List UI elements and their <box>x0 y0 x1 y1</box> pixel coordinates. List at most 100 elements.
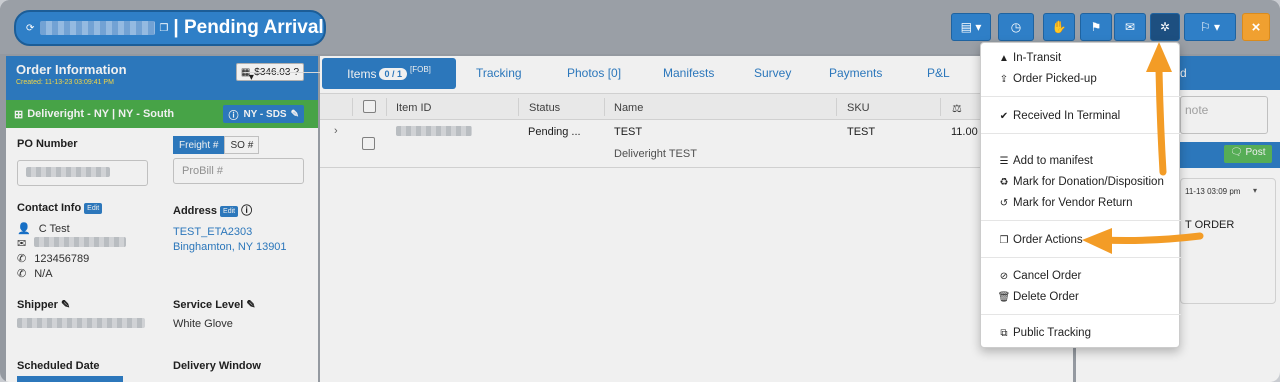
tab-items[interactable]: Items 0 / 1 [FOB] <box>322 58 456 89</box>
agent-bar: ⊞ Deliveright - NY | NY - South ⓘ NY - S… <box>6 100 318 128</box>
menu-item-delete-order[interactable]: 🗑 Delete Order <box>981 287 1181 307</box>
tab-bar: Items 0 / 1 [FOB] Tracking Photos [0] Ma… <box>320 56 1073 94</box>
expand-row-icon[interactable]: › <box>334 125 338 137</box>
menu-label: Received In Terminal <box>1013 110 1121 122</box>
item-weight: 11.00 <box>951 126 978 138</box>
phone-icon: ✆ <box>17 253 27 265</box>
tab-pl[interactable]: P&L <box>927 66 950 80</box>
menu-label: Mark for Vendor Return <box>1013 197 1133 209</box>
trash-icon: 🗑 <box>997 291 1011 303</box>
note-input[interactable]: note <box>1180 96 1268 134</box>
delivery-window-label: Delivery Window <box>173 360 261 372</box>
agent-chip-label: NY - SDS <box>243 108 287 120</box>
tab-survey[interactable]: Survey <box>754 66 791 80</box>
contact-email-row: ✉ <box>17 237 127 250</box>
refresh-icon[interactable]: ⟳ <box>26 23 34 34</box>
scale-icon: ⚖ <box>952 103 962 115</box>
freight-so-toggle: Freight # SO # <box>173 136 260 154</box>
service-level-label: Service Level ✎ <box>173 298 256 311</box>
page-title: | Pending Arrival <box>173 17 324 38</box>
tab-tracking[interactable]: Tracking <box>476 66 522 80</box>
flag-button[interactable]: ⚑ <box>1080 13 1112 41</box>
flag-dropdown-button[interactable]: ⚐ ▾ <box>1184 13 1236 41</box>
menu-label: Order Actions <box>1013 234 1083 246</box>
address-line1[interactable]: TEST_ETA2303 <box>173 226 252 238</box>
balance-dropdown[interactable]: ▦ $346.03 ? ▾ <box>235 63 443 83</box>
so-tab[interactable]: SO # <box>224 136 260 154</box>
contact-phone: 123456789 <box>34 253 90 265</box>
table-header: Item ID Status Name SKU ⚖ <box>320 94 1073 120</box>
menu-item-add-to-manifest[interactable]: ☰ Add to manifest <box>981 151 1181 171</box>
menu-item-order-actions[interactable]: ❐ Order Actions <box>981 230 1181 250</box>
order-title-pill: ⟳ ❐ | Pending Arrival <box>14 10 326 46</box>
list-icon: ☰ <box>999 155 1009 167</box>
service-level-value: White Glove <box>173 318 233 330</box>
menu-item-order-picked-up[interactable]: ⇪ Order Picked-up <box>981 69 1181 89</box>
menu-label: Add to manifest <box>1013 155 1093 167</box>
envelope-button[interactable]: ✉ <box>1114 13 1146 41</box>
order-info-header: Order Information Created: 11-13-23 03:0… <box>6 56 443 100</box>
agent-chip[interactable]: ⓘ NY - SDS ✎ <box>223 105 304 123</box>
comment-icon: 🗨 <box>1230 147 1243 158</box>
menu-item-public-tracking[interactable]: ⧉ Public Tracking <box>981 323 1181 343</box>
col-status: Status <box>529 102 561 114</box>
row-checkbox[interactable] <box>362 137 375 150</box>
actions-dropdown-menu: ▲ In-Transit ⇪ Order Picked-up ✔ Received I… <box>980 42 1181 348</box>
contact-info-text: Contact Info <box>17 202 82 214</box>
address-edit-button[interactable]: Edit <box>220 205 239 217</box>
document-dropdown-button[interactable]: ▤ ▾ <box>951 13 991 41</box>
menu-item-mark-for-donation[interactable]: ♻ Mark for Donation/Disposition <box>981 172 1181 192</box>
app-window: ⟳ ❐ | Pending Arrival ▤ ▾ ◷ ✋ ⚑ ✉ ✲ ⚐ ▾ … <box>0 0 1280 382</box>
scheduled-date-label: Scheduled Date <box>17 360 100 372</box>
check-icon: ✔ <box>999 110 1009 122</box>
copy-icon: ❐ <box>999 234 1009 246</box>
scheduled-date-control[interactable] <box>17 376 123 382</box>
tab-manifests[interactable]: Manifests <box>663 66 714 80</box>
plus-icon[interactable]: ⊞ <box>14 108 23 121</box>
item-subname: Deliveright TEST <box>614 148 697 160</box>
contact-edit-button[interactable]: Edit <box>84 202 103 214</box>
po-number-label: PO Number <box>17 138 78 150</box>
menu-item-cancel-order[interactable]: ⊘ Cancel Order <box>981 266 1181 286</box>
close-button[interactable]: × <box>1242 13 1270 41</box>
note-menu-icon[interactable]: ▾ <box>1253 186 1257 195</box>
menu-divider <box>981 133 1181 134</box>
clock-button[interactable]: ◷ <box>998 13 1034 41</box>
menu-item-in-transit[interactable]: ▲ In-Transit <box>981 48 1181 68</box>
note-card: 11-13 03:09 pm ▾ T ORDER <box>1180 178 1276 304</box>
hand-button[interactable]: ✋ <box>1043 13 1075 41</box>
address-line2[interactable]: Binghamton, NY 13901 <box>173 241 287 253</box>
road-icon: ▲ <box>999 52 1009 64</box>
items-count-badge: 0 / 1 <box>379 67 407 80</box>
menu-item-received-in-terminal[interactable]: ✔ Received In Terminal <box>981 106 1181 126</box>
edit-icon[interactable]: ✎ <box>246 299 255 311</box>
col-sku: SKU <box>847 102 870 114</box>
note-time: 11-13 03:09 pm <box>1185 187 1241 196</box>
ban-icon: ⊘ <box>999 270 1009 282</box>
item-name: TEST <box>614 126 643 138</box>
post-label: Post <box>1245 147 1266 158</box>
probill-input[interactable]: ProBill # <box>173 158 304 184</box>
recycle-icon: ♻ <box>999 176 1009 188</box>
tab-photos[interactable]: Photos [0] <box>567 66 621 80</box>
menu-divider <box>981 257 1181 258</box>
menu-divider <box>981 220 1181 221</box>
menu-label: Public Tracking <box>1013 327 1091 339</box>
post-button[interactable]: 🗨 Post <box>1224 145 1272 163</box>
edit-icon: ✎ <box>290 108 299 120</box>
menu-divider <box>981 96 1181 97</box>
select-all-checkbox[interactable] <box>363 100 376 113</box>
freight-tab[interactable]: Freight # <box>173 136 225 154</box>
gear-button[interactable]: ✲ <box>1150 13 1180 41</box>
po-number-input[interactable] <box>17 160 148 186</box>
tab-payments[interactable]: Payments <box>829 66 882 80</box>
item-status: Pending ... <box>528 126 581 138</box>
order-number-redacted <box>40 21 156 35</box>
table-row[interactable]: › Pending ... TEST Deliveright TEST TEST… <box>320 120 1073 168</box>
menu-item-mark-for-vendor-return[interactable]: ↺ Mark for Vendor Return <box>981 193 1181 213</box>
col-name: Name <box>614 102 644 114</box>
edit-icon[interactable]: ✎ <box>61 299 70 311</box>
item-sku: TEST <box>847 126 876 138</box>
contact-phone-row: ✆ 123456789 <box>17 252 89 265</box>
copy-icon[interactable]: ❐ <box>159 23 168 34</box>
